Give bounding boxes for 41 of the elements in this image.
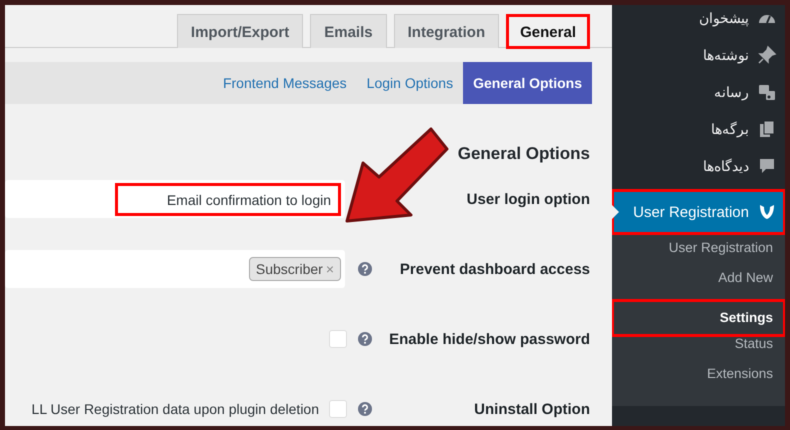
subnav-link[interactable]: General Options [463, 62, 592, 104]
menu-item[interactable]: User Registration [612, 190, 785, 234]
submenu-item[interactable]: User Registration [612, 240, 785, 270]
menu-label: رسانه [714, 84, 749, 100]
help-icon[interactable] [358, 332, 372, 346]
option-label: Uninstall Option [473, 400, 590, 418]
menu-label: پیشخوان [699, 10, 749, 26]
menu-item[interactable]: پیشخوان [612, 10, 785, 36]
menu-item[interactable]: دیدگاه‌ها [612, 147, 785, 184]
help-icon[interactable] [358, 262, 372, 276]
select-field[interactable]: Email confirmation to login [5, 180, 345, 218]
option-label: Prevent dashboard access [398, 260, 590, 278]
menu-label: نوشته‌ها [703, 46, 749, 62]
submenu-item[interactable]: Extensions [612, 366, 785, 396]
pin-icon [757, 44, 777, 64]
settings-tab[interactable]: Emails [310, 14, 387, 48]
checkbox[interactable] [329, 400, 347, 418]
submenu-item[interactable]: Settings [612, 300, 785, 336]
field-value: Email confirmation to login [114, 182, 341, 216]
menu-item[interactable]: رسانه [612, 73, 785, 110]
menu-label: دیدگاه‌ها [703, 158, 749, 174]
settings-tab[interactable]: Integration [394, 14, 500, 48]
option-description: LL User Registration data upon plugin deletion [32, 401, 319, 417]
submenu-item[interactable]: Status [612, 336, 785, 366]
settings-tab[interactable]: General [506, 14, 590, 49]
option-label: Enable hide/show password [388, 330, 590, 348]
tag-label: Subscriber [256, 261, 323, 277]
subnav-link[interactable]: Frontend Messages [212, 62, 357, 104]
option-label: User login option [466, 190, 590, 208]
section-heading: General Options [456, 144, 590, 164]
settings-tab[interactable]: Import/Export [176, 14, 304, 48]
subnav-link[interactable]: Login Options [356, 62, 464, 104]
menu-label: برگه‌ها [711, 120, 749, 136]
submenu-item[interactable]: Add New [612, 270, 785, 300]
menu-label: User Registration [633, 204, 749, 220]
checkbox[interactable] [329, 330, 347, 348]
shield-icon [757, 202, 777, 222]
menu-item[interactable]: نوشته‌ها [612, 36, 785, 73]
menu-item[interactable]: برگه‌ها [612, 110, 785, 147]
tags-field[interactable]: Subscriber × [5, 250, 345, 288]
help-icon[interactable] [358, 402, 372, 416]
